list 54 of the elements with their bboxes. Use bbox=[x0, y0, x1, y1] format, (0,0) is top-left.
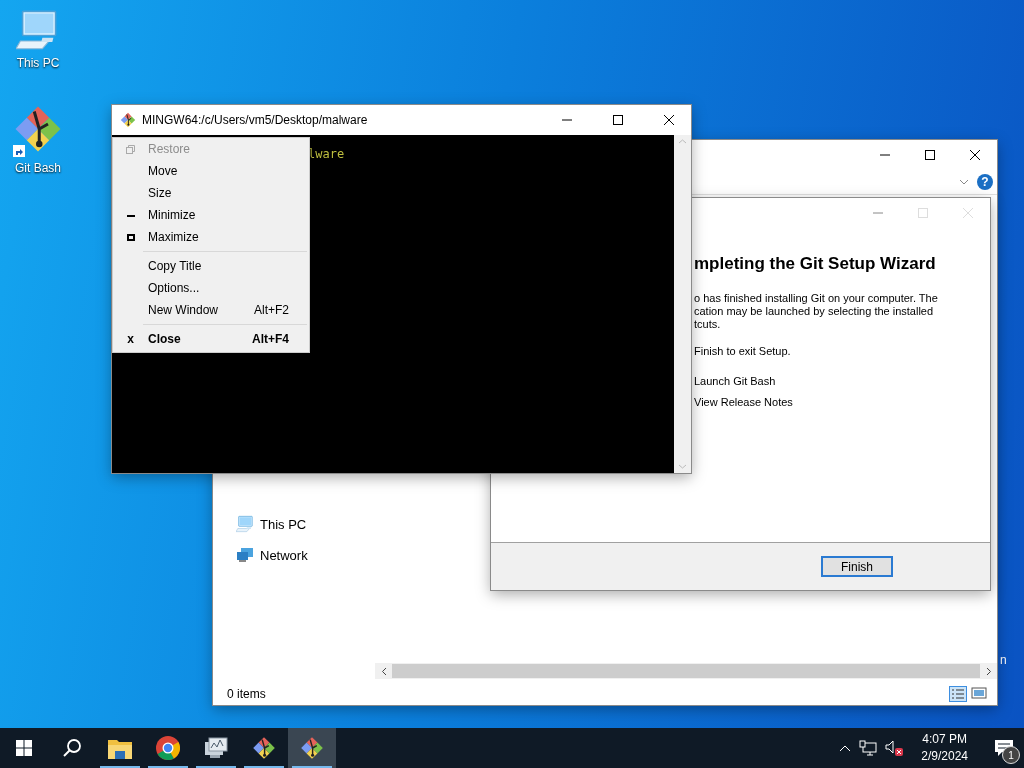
wizard-text: tcuts. bbox=[694, 318, 722, 331]
terminal-output: lware bbox=[308, 147, 345, 161]
monitor-chart-icon bbox=[204, 737, 228, 759]
scroll-right-icon[interactable] bbox=[985, 666, 992, 676]
muted-speaker-icon[interactable] bbox=[885, 739, 906, 757]
scroll-left-icon[interactable] bbox=[380, 666, 387, 676]
folder-icon bbox=[108, 737, 132, 759]
wizard-text: Finish to exit Setup. bbox=[694, 345, 792, 357]
wizard-heading: mpleting the Git Setup Wizard bbox=[694, 254, 937, 274]
cut-off-label: n bbox=[1000, 653, 1007, 667]
search-icon[interactable] bbox=[62, 738, 82, 758]
menu-item[interactable]: Minimize bbox=[113, 204, 309, 226]
wizard-text: cation may be launched by selecting the installed bbox=[694, 305, 935, 318]
network-icon[interactable] bbox=[859, 740, 878, 756]
menu-item[interactable]: x Close Alt+F4 bbox=[113, 328, 309, 350]
notification-badge: 1 bbox=[1002, 746, 1020, 764]
network-icon bbox=[236, 547, 254, 563]
chevron-down-icon[interactable] bbox=[959, 179, 969, 185]
thumbnail-view-icon[interactable] bbox=[971, 686, 987, 700]
minimize-icon bbox=[126, 213, 135, 217]
start-icon[interactable] bbox=[16, 740, 32, 756]
details-view-icon[interactable] bbox=[949, 686, 967, 702]
restore-icon bbox=[126, 144, 135, 154]
menu-item[interactable]: Size bbox=[113, 182, 309, 204]
nav-item[interactable]: This PC bbox=[260, 516, 307, 532]
wizard-text: o has finished installing Git on your computer. The bbox=[694, 292, 939, 305]
menu-item[interactable]: New Window Alt+F2 bbox=[113, 299, 309, 321]
clock-date[interactable]: 2/9/2024 bbox=[921, 748, 968, 765]
diamond-tiles-icon[interactable] bbox=[120, 112, 136, 128]
horizontal-scrollbar[interactable] bbox=[375, 663, 997, 679]
maximize-icon[interactable] bbox=[611, 114, 624, 126]
nav-item[interactable]: Network bbox=[260, 547, 308, 563]
clock-time[interactable]: 4:07 PM bbox=[922, 731, 967, 748]
computer-icon bbox=[236, 515, 254, 533]
close-icon[interactable] bbox=[662, 114, 675, 126]
close-glyph: x bbox=[127, 332, 134, 346]
help-button[interactable]: ? bbox=[977, 174, 993, 190]
chevron-up-icon[interactable] bbox=[839, 744, 852, 752]
browser-icon bbox=[156, 736, 180, 760]
menu-item[interactable]: Move bbox=[113, 160, 309, 182]
window-title: MINGW64:/c/Users/vm5/Desktop/malware bbox=[142, 113, 368, 127]
maximize-icon bbox=[126, 233, 135, 241]
option-label[interactable]: Launch Git Bash bbox=[694, 375, 990, 387]
diamond-tiles-icon bbox=[300, 736, 324, 760]
menu-item[interactable]: Options... bbox=[113, 277, 309, 299]
menu-item[interactable]: Copy Title bbox=[113, 255, 309, 277]
menu-item[interactable]: Maximize bbox=[113, 226, 309, 248]
finish-button[interactable]: Finish bbox=[821, 556, 893, 577]
diamond-tiles-icon bbox=[252, 736, 276, 760]
option-label[interactable]: View Release Notes bbox=[694, 396, 990, 408]
maximize-icon[interactable] bbox=[923, 149, 936, 161]
status-text: 0 items bbox=[227, 687, 266, 701]
close-icon[interactable] bbox=[968, 149, 981, 161]
diamond-tiles-icon bbox=[13, 104, 63, 154]
